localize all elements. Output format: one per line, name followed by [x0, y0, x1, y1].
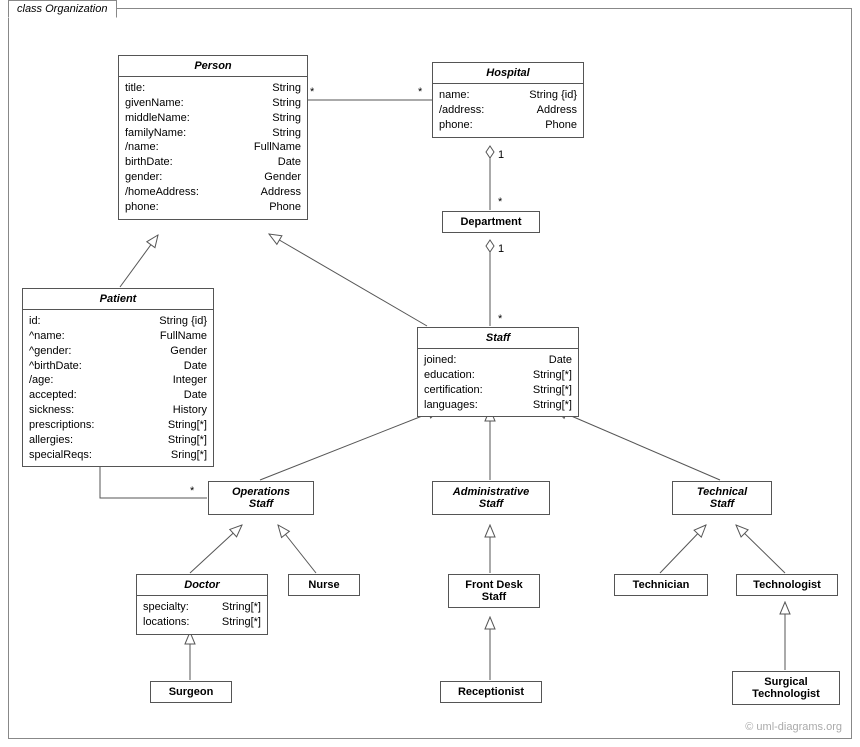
mult-star: * — [310, 86, 315, 98]
attrs: title:String givenName:String middleName… — [119, 77, 307, 219]
class-patient: Patient id:String {id} ^name:FullName ^g… — [22, 288, 214, 467]
mult-star: * — [418, 86, 423, 98]
class-technologist: Technologist — [736, 574, 838, 596]
class-nurse: Nurse — [288, 574, 360, 596]
class-title: Person — [119, 56, 307, 77]
class-operations-staff: OperationsStaff — [208, 481, 314, 515]
watermark: © uml-diagrams.org — [745, 721, 842, 733]
class-front-desk: Front DeskStaff — [448, 574, 540, 608]
frame-title: class Organization — [8, 0, 117, 18]
class-title: Hospital — [433, 63, 583, 84]
class-tech-staff: TechnicalStaff — [672, 481, 772, 515]
class-surgeon: Surgeon — [150, 681, 232, 703]
mult-one: 1 — [498, 243, 504, 255]
mult-one: 1 — [498, 149, 504, 161]
class-staff: Staff joined:Date education:String[*] ce… — [417, 327, 579, 417]
class-surgical-technologist: SurgicalTechnologist — [732, 671, 840, 705]
mult-star: * — [498, 196, 503, 208]
class-person: Person title:String givenName:String mid… — [118, 55, 308, 220]
class-admin-staff: AdministrativeStaff — [432, 481, 550, 515]
class-receptionist: Receptionist — [440, 681, 542, 703]
class-department: Department — [442, 211, 540, 233]
class-doctor: Doctor specialty:String[*] locations:Str… — [136, 574, 268, 635]
diagram-canvas: class Organization * * 1 * 1 * * * — [0, 0, 860, 747]
class-technician: Technician — [614, 574, 708, 596]
class-hospital: Hospital name:String {id} /address:Addre… — [432, 62, 584, 138]
mult-star: * — [498, 313, 503, 325]
mult-star: * — [190, 485, 195, 497]
